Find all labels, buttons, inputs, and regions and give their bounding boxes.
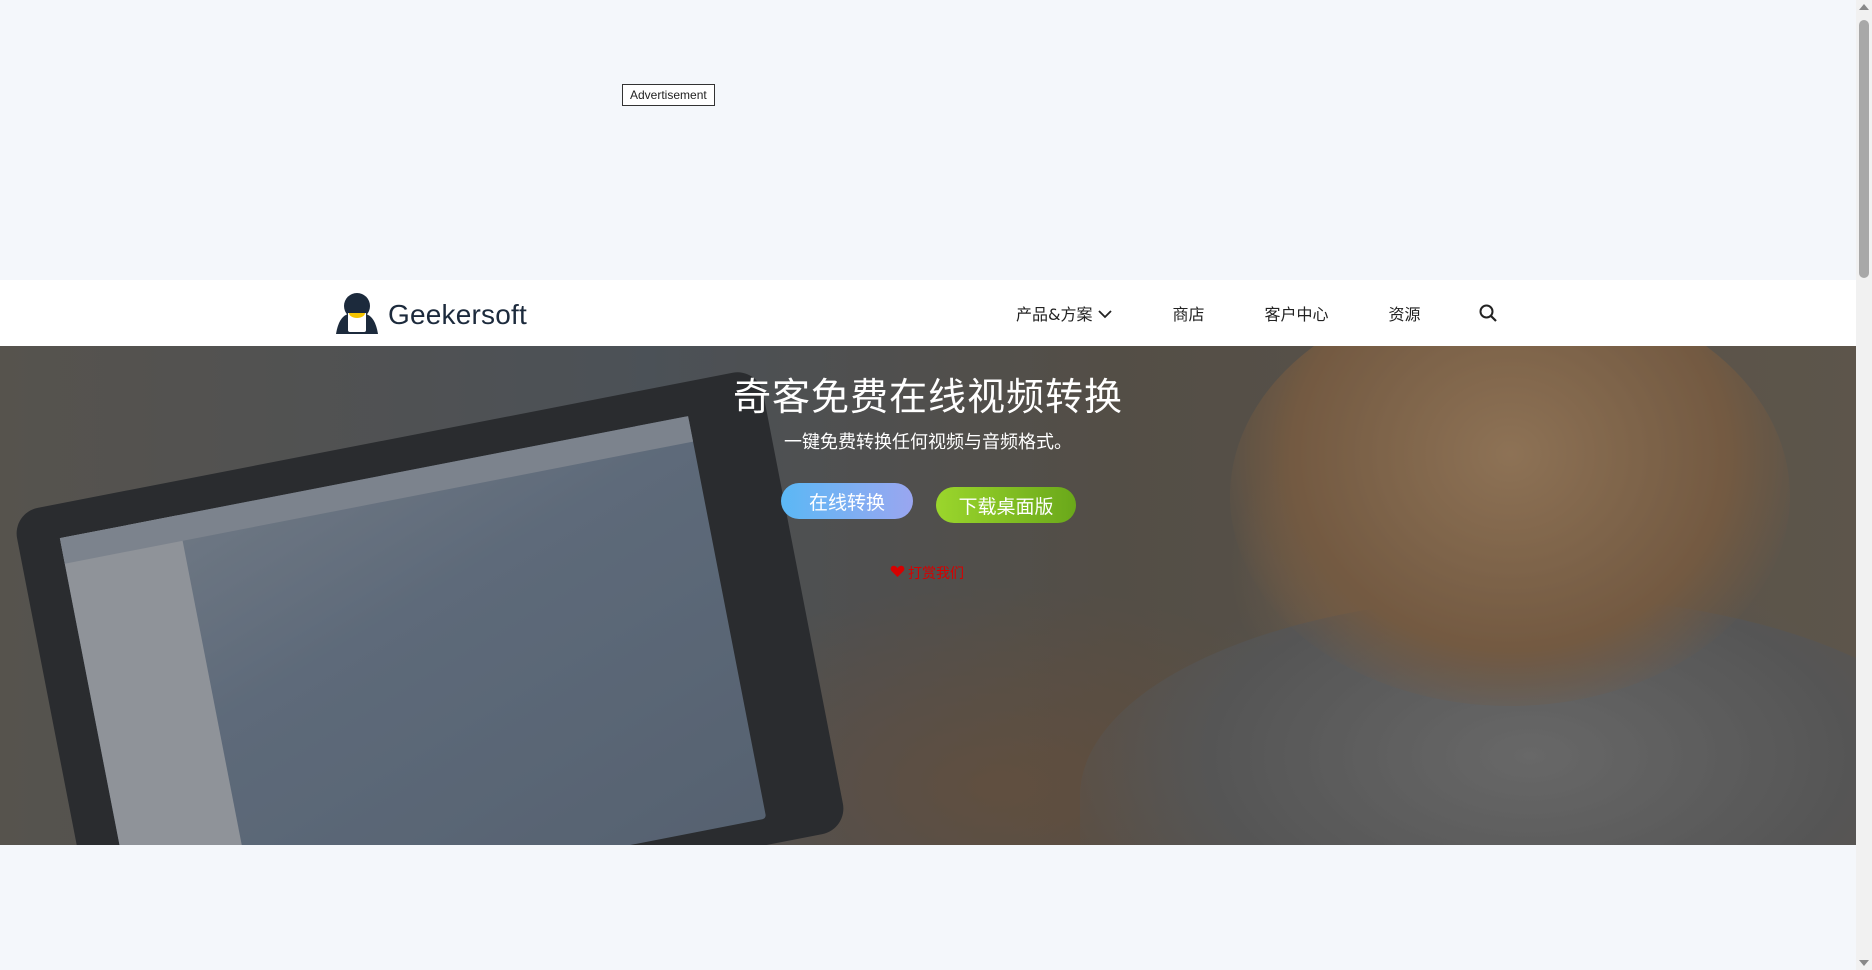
content-area xyxy=(0,845,1856,970)
scrollbar-thumb[interactable] xyxy=(1859,20,1869,278)
search-icon[interactable] xyxy=(1479,304,1497,322)
nav-item-resources[interactable]: 资源 xyxy=(1389,301,1421,325)
nav-item-products[interactable]: 产品&方案 xyxy=(1016,301,1113,325)
nav-item-label: 商店 xyxy=(1172,305,1205,324)
brand-logo[interactable]: Geekersoft xyxy=(334,292,527,338)
hero-title: 奇客免费在线视频转换 xyxy=(732,375,1123,419)
vertical-scrollbar[interactable] xyxy=(1856,0,1872,970)
nav-item-label: 资源 xyxy=(1388,305,1421,324)
download-desktop-button[interactable]: 下载桌面版 xyxy=(936,487,1076,523)
brand-name: Geekersoft xyxy=(388,299,527,330)
site-header: Geekersoft 产品&方案 商店 客户中心 资源 xyxy=(0,280,1856,346)
nav-item-label: 客户中心 xyxy=(1264,305,1329,324)
scroll-up-arrow-icon[interactable] xyxy=(1859,4,1869,10)
chevron-down-icon xyxy=(1098,304,1113,323)
main-nav: 产品&方案 商店 客户中心 资源 xyxy=(1016,280,1497,346)
nav-item-store[interactable]: 商店 xyxy=(1172,301,1204,325)
geek-mascot-icon xyxy=(334,292,380,338)
hero-banner: 奇客免费在线视频转换 一键免费转换任何视频与音频格式。 在线转换 下载桌面版 打… xyxy=(0,346,1856,845)
nav-item-label: 产品&方案 xyxy=(1016,305,1093,324)
hero-subtitle: 一键免费转换任何视频与音频格式。 xyxy=(784,432,1072,453)
tip-us-label: 打赏我们 xyxy=(908,566,964,582)
heart-icon xyxy=(890,565,905,582)
online-convert-button[interactable]: 在线转换 xyxy=(781,483,913,519)
nav-item-customer-center[interactable]: 客户中心 xyxy=(1265,301,1329,325)
scroll-down-arrow-icon[interactable] xyxy=(1859,960,1869,966)
advertisement-label: Advertisement xyxy=(622,84,715,106)
tip-us-link[interactable]: 打赏我们 xyxy=(890,563,964,583)
advertisement-area: Advertisement xyxy=(0,0,1856,280)
